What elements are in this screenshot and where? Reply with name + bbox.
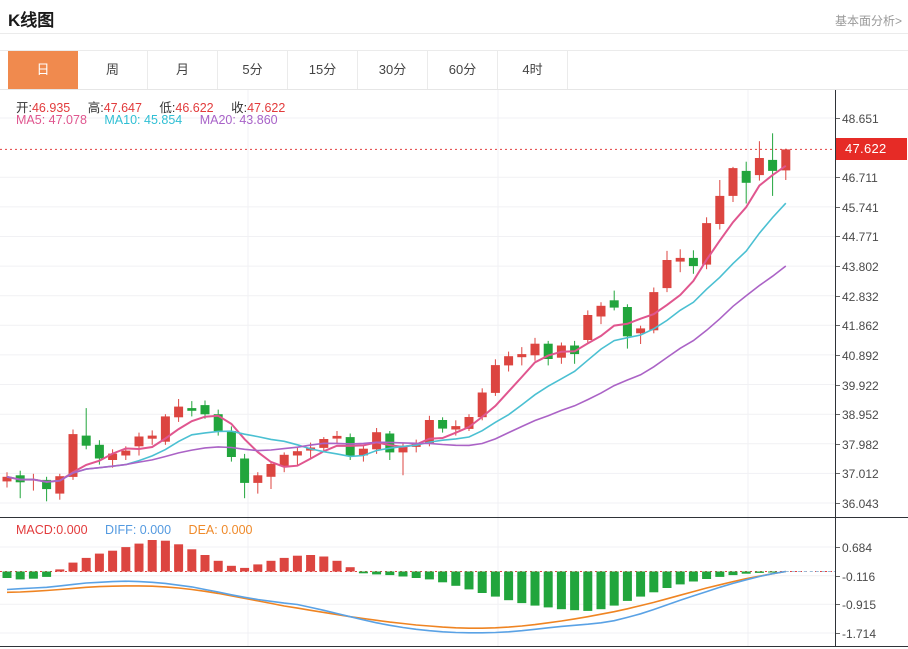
y-axis-label: 39.922 [842,379,879,393]
ma-info-row: MA5: 47.078 MA10: 45.854 MA20: 43.860 [16,113,292,127]
y-axis-label: 44.771 [842,230,879,244]
y-axis-label: 37.012 [842,467,879,481]
y-axis-label: 36.043 [842,497,879,511]
y-axis-label: -1.714 [842,627,877,641]
y-axis-label: 46.711 [842,171,878,185]
panel-separator [0,517,908,518]
y-axis-label: -0.116 [842,570,876,584]
title-divider [0,33,908,34]
current-price-tag: 47.622 [836,138,907,160]
y-axis-label: 0.684 [842,541,873,555]
bottom-border [0,646,908,647]
tab-60分[interactable]: 60分 [428,51,498,89]
y-axis-label: -0.915 [842,598,877,612]
tab-4时[interactable]: 4时 [498,51,568,89]
y-axis-label: 45.741 [842,201,879,215]
ma10-label: MA10: [104,113,141,127]
ma5-value: 47.078 [48,113,87,127]
y-axis-label: 40.892 [842,349,879,363]
macd-label: MACD: [16,523,57,537]
dea-label: DEA: [188,523,218,537]
chart-area: 开:46.935 高:47.647 低:46.622 收:47.622 MA5:… [0,90,908,647]
y-axis-label: 43.802 [842,260,879,274]
tab-30分[interactable]: 30分 [358,51,428,89]
y-axis-label: 37.982 [842,438,879,452]
tab-15分[interactable]: 15分 [288,51,358,89]
page-title: K线图 [8,11,55,30]
ma5-label: MA5: [16,113,46,127]
tab-日[interactable]: 日 [8,51,78,89]
tab-月[interactable]: 月 [148,51,218,89]
diff-value: 0.000 [139,523,172,537]
macd-value: 0.000 [56,523,88,537]
macd-info-row: MACD:0.000 DIFF: 0.000 DEA: 0.000 [16,523,267,537]
main-chart-svg [0,90,835,517]
axis-line [835,90,836,647]
tab-周[interactable]: 周 [78,51,148,89]
ma20-value: 43.860 [239,113,278,127]
diff-label: DIFF: [105,523,137,537]
interval-tabbar: 日周月 5分 15分 30分 60分 4时 [0,50,908,90]
ma20-label: MA20: [199,113,236,127]
fundamental-analysis-link[interactable]: 基本面分析> [835,12,902,29]
y-axis-label: 41.862 [842,319,879,333]
ma10-value: 45.854 [144,113,183,127]
y-axis-label: 42.832 [842,290,879,304]
main-candlestick-chart[interactable] [0,90,835,517]
y-axis-label: 48.651 [842,112,879,126]
tab-5分[interactable]: 5分 [218,51,288,89]
dea-value: 0.000 [221,523,253,537]
y-axis-label: 38.952 [842,408,879,422]
